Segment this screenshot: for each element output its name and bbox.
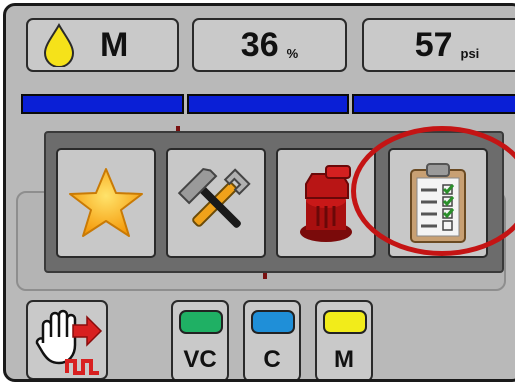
favorites-button[interactable] (56, 148, 156, 258)
swatch-vc[interactable]: VC (171, 300, 229, 379)
percent-value: 36 (240, 25, 279, 64)
swatch-m[interactable]: M (315, 300, 373, 379)
swatch-m-label: M (334, 346, 354, 373)
swatch-vc-color (179, 310, 223, 334)
hand-control-button[interactable] (26, 300, 108, 379)
display-screen: M 36 % 57 psi VC C M (3, 3, 515, 382)
swatch-c[interactable]: C (243, 300, 301, 379)
droplet-icon (43, 23, 75, 67)
swatch-m-color (323, 310, 367, 334)
status-bar-2 (187, 94, 349, 114)
swatch-vc-label: VC (183, 346, 217, 373)
pressure-value: 57 (414, 25, 453, 64)
tools-icon (177, 167, 251, 228)
hand-stop-icon (35, 309, 103, 375)
status-bar-3 (352, 94, 515, 114)
swatch-c-color (251, 310, 295, 334)
status-bar-1 (21, 94, 184, 114)
pressure-indicator[interactable]: 57 psi (362, 18, 515, 72)
star-icon (69, 168, 143, 237)
percent-unit: % (286, 45, 299, 61)
pressure-unit: psi (460, 45, 480, 61)
swatch-c-label: C (263, 346, 281, 373)
percent-indicator[interactable]: 36 % (192, 18, 347, 72)
mode-indicator[interactable]: M (26, 18, 179, 72)
mode-value: M (100, 25, 129, 64)
tools-button[interactable] (166, 148, 266, 258)
